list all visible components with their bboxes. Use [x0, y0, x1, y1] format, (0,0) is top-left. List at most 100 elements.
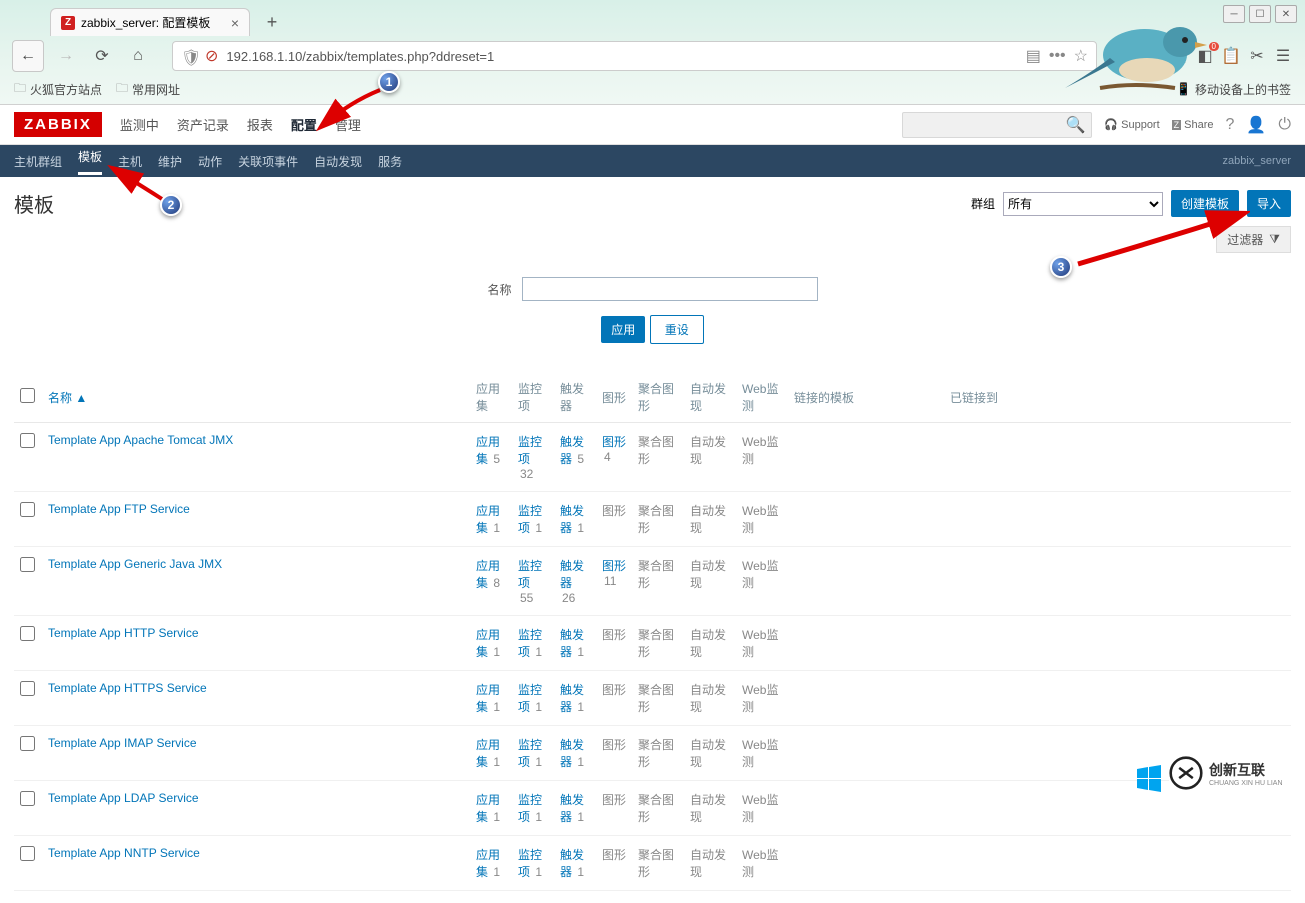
sidebar-icon[interactable]: ◫	[1169, 46, 1189, 66]
cell-link[interactable]: 聚合图形	[638, 559, 674, 590]
cell-link[interactable]: 自动发现	[690, 504, 726, 535]
cell-link[interactable]: 聚合图形	[638, 683, 674, 714]
template-name-link[interactable]: Template App NNTP Service	[48, 846, 200, 860]
row-checkbox[interactable]	[20, 681, 35, 696]
subnav-discovery[interactable]: 自动发现	[314, 153, 362, 170]
cell-link[interactable]: 图形	[602, 793, 626, 807]
cell-link[interactable]: Web监测	[742, 793, 778, 824]
template-name-link[interactable]: Template App IMAP Service	[48, 736, 197, 750]
cell-link[interactable]: 聚合图形	[638, 738, 674, 769]
nav-admin[interactable]: 管理	[335, 115, 361, 134]
cell-link[interactable]: 图形	[602, 683, 626, 697]
screenshot-icon[interactable]: ✂	[1247, 46, 1267, 66]
search-box[interactable]: 🔍	[902, 112, 1092, 138]
row-checkbox[interactable]	[20, 846, 35, 861]
cell-link[interactable]: 应用集 5	[476, 435, 500, 466]
cell-link[interactable]: 监控项 1	[518, 683, 542, 714]
cell-link[interactable]: 聚合图形	[638, 435, 674, 466]
cell-link[interactable]: 监控项 1	[518, 848, 542, 879]
nav-monitoring[interactable]: 监测中	[120, 115, 159, 134]
url-box[interactable]: 🛡 ⊘ ▤ ••• ☆	[172, 41, 1097, 71]
bookmark-firefox[interactable]: 🗀 火狐官方站点	[14, 79, 102, 100]
cell-link[interactable]: 触发器 1	[560, 738, 584, 769]
power-icon[interactable]: ⏻	[1278, 116, 1291, 134]
url-input[interactable]	[226, 49, 1017, 64]
group-select[interactable]: 所有	[1003, 192, 1163, 216]
cell-link[interactable]: 聚合图形	[638, 848, 674, 879]
template-name-link[interactable]: Template App LDAP Service	[48, 791, 199, 805]
cell-link[interactable]: Web监测	[742, 738, 778, 769]
cell-link[interactable]: 监控项 1	[518, 738, 542, 769]
home-button[interactable]: ⌂	[124, 42, 152, 70]
window-maximize-button[interactable]: ☐	[1249, 5, 1271, 23]
cell-link[interactable]: 监控项 55	[518, 559, 542, 605]
row-checkbox[interactable]	[20, 557, 35, 572]
cell-link[interactable]: Web监测	[742, 559, 778, 590]
filter-toggle[interactable]: 过滤器 ⧩	[1216, 226, 1291, 253]
user-icon[interactable]: 👤	[1246, 115, 1266, 135]
cell-link[interactable]: 触发器 1	[560, 628, 584, 659]
subnav-hostgroups[interactable]: 主机群组	[14, 153, 62, 170]
cell-link[interactable]: 图形 4	[602, 435, 626, 464]
shield-icon[interactable]: 🛡	[181, 48, 197, 64]
bookmark-common[interactable]: 🗀 常用网址	[116, 79, 180, 100]
cell-link[interactable]: 自动发现	[690, 848, 726, 879]
create-template-button[interactable]: 创建模板	[1171, 190, 1239, 217]
cell-link[interactable]: 图形	[602, 738, 626, 752]
subnav-templates[interactable]: 模板	[78, 148, 102, 175]
zabbix-logo[interactable]: ZABBIX	[14, 112, 102, 137]
cell-link[interactable]: Web监测	[742, 435, 778, 466]
cell-link[interactable]: 触发器 5	[560, 435, 584, 466]
nav-inventory[interactable]: 资产记录	[177, 115, 229, 134]
nav-config[interactable]: 配置	[291, 115, 317, 134]
cell-link[interactable]: 触发器 1	[560, 848, 584, 879]
support-link[interactable]: 🎧 Support	[1104, 118, 1159, 131]
menu-hamburger-icon[interactable]: ☰	[1273, 46, 1293, 66]
bookmark-mobile[interactable]: 📱 移动设备上的书签	[1176, 81, 1291, 98]
cell-link[interactable]: 应用集 1	[476, 738, 500, 769]
cell-link[interactable]: 自动发现	[690, 738, 726, 769]
cell-link[interactable]: Web监测	[742, 628, 778, 659]
cell-link[interactable]: 自动发现	[690, 628, 726, 659]
row-checkbox[interactable]	[20, 502, 35, 517]
cell-link[interactable]: 触发器 1	[560, 683, 584, 714]
cell-link[interactable]: 自动发现	[690, 559, 726, 590]
subnav-correlation[interactable]: 关联项事件	[238, 153, 298, 170]
cell-link[interactable]: 图形	[602, 848, 626, 862]
cell-link[interactable]: 触发器 26	[560, 559, 584, 605]
cell-link[interactable]: 聚合图形	[638, 793, 674, 824]
cell-link[interactable]: 应用集 1	[476, 848, 500, 879]
import-button[interactable]: 导入	[1247, 190, 1291, 217]
filter-apply-button[interactable]: 应用	[601, 316, 645, 343]
filter-reset-button[interactable]: 重设	[650, 315, 704, 344]
cell-link[interactable]: 监控项 1	[518, 628, 542, 659]
subnav-services[interactable]: 服务	[378, 153, 402, 170]
cell-link[interactable]: 图形 11	[602, 559, 626, 588]
new-tab-button[interactable]: +	[258, 8, 286, 36]
cell-link[interactable]: Web监测	[742, 504, 778, 535]
library-icon[interactable]: ⎙	[1143, 46, 1163, 66]
row-checkbox[interactable]	[20, 433, 35, 448]
search-icon[interactable]: 🔍	[1066, 115, 1086, 135]
cell-link[interactable]: 自动发现	[690, 435, 726, 466]
note-icon[interactable]: 📋	[1221, 46, 1241, 66]
share-link[interactable]: Z Share	[1172, 119, 1214, 131]
bookmark-star-icon[interactable]: ☆	[1074, 46, 1088, 66]
back-button[interactable]: ←	[12, 40, 44, 72]
more-url-icon[interactable]: •••	[1049, 47, 1066, 65]
template-name-link[interactable]: Template App FTP Service	[48, 502, 190, 516]
search-input[interactable]	[909, 118, 1065, 132]
cell-link[interactable]: 监控项 1	[518, 504, 542, 535]
th-name[interactable]: 名称 ▲	[42, 372, 470, 423]
cell-link[interactable]: 自动发现	[690, 793, 726, 824]
subnav-maintenance[interactable]: 维护	[158, 153, 182, 170]
cell-link[interactable]: 监控项 1	[518, 793, 542, 824]
template-name-link[interactable]: Template App Apache Tomcat JMX	[48, 433, 233, 447]
row-checkbox[interactable]	[20, 626, 35, 641]
cell-link[interactable]: Web监测	[742, 683, 778, 714]
cell-link[interactable]: 图形	[602, 504, 626, 518]
cell-link[interactable]: 应用集 1	[476, 504, 500, 535]
cell-link[interactable]: 自动发现	[690, 683, 726, 714]
filter-name-input[interactable]	[522, 277, 818, 301]
cell-link[interactable]: 应用集 8	[476, 559, 500, 590]
